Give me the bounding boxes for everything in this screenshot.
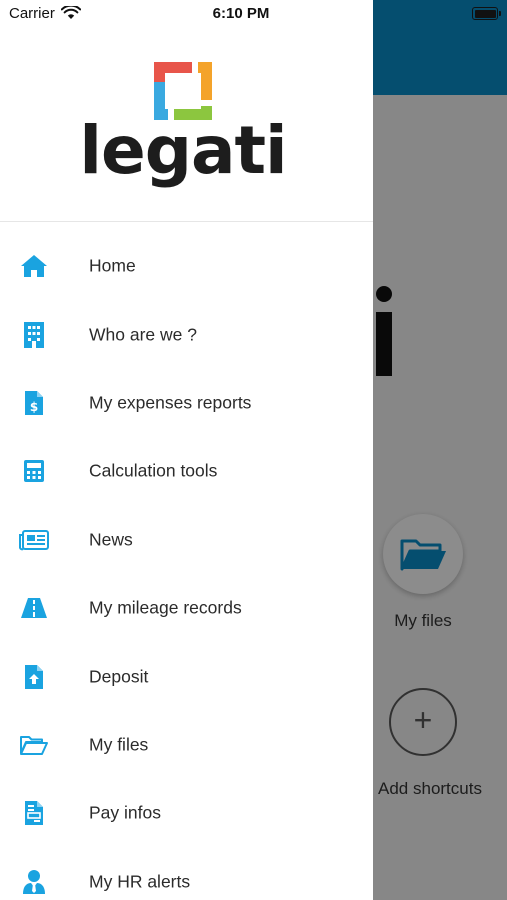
status-bar: Carrier 6:10 PM [0, 0, 507, 28]
divider [0, 221, 373, 222]
pay-document-icon [19, 799, 49, 827]
drawer-menu: Home Who are we ? $ My expenses reports … [0, 232, 373, 900]
menu-item-home[interactable]: Home [0, 232, 373, 300]
menu-item-label: My mileage records [89, 597, 242, 618]
menu-item-pay-infos[interactable]: Pay infos [0, 779, 373, 847]
menu-item-label: My files [89, 734, 149, 755]
building-icon [19, 321, 49, 349]
battery-icon [472, 7, 498, 20]
menu-item-label: Deposit [89, 666, 149, 687]
menu-item-mileage-records[interactable]: My mileage records [0, 574, 373, 642]
menu-item-label: Pay infos [89, 802, 161, 823]
menu-item-who-are-we[interactable]: Who are we ? [0, 300, 373, 368]
navigation-drawer: legati Home Who are we ? $ My expenses r… [0, 0, 373, 900]
status-time: 6:10 PM [212, 5, 270, 22]
road-icon [19, 594, 49, 622]
user-tie-icon [19, 868, 49, 896]
menu-item-label: Home [89, 255, 136, 276]
file-upload-icon [19, 663, 49, 691]
menu-item-hr-alerts[interactable]: My HR alerts [0, 848, 373, 900]
menu-item-news[interactable]: News [0, 506, 373, 574]
menu-item-label: My expenses reports [89, 392, 252, 413]
menu-item-expenses-reports[interactable]: $ My expenses reports [0, 369, 373, 437]
newspaper-icon [19, 526, 49, 554]
menu-item-calculation-tools[interactable]: Calculation tools [0, 437, 373, 505]
menu-item-deposit[interactable]: Deposit [0, 642, 373, 710]
menu-item-my-files[interactable]: My files [0, 711, 373, 779]
menu-item-label: Who are we ? [89, 324, 197, 345]
svg-text:$: $ [30, 400, 38, 414]
battery-tip [499, 11, 501, 16]
folder-open-icon [19, 731, 49, 759]
brand-name: legati [79, 112, 287, 189]
home-icon [19, 252, 49, 280]
menu-item-label: News [89, 529, 133, 550]
menu-item-label: Calculation tools [89, 460, 218, 481]
menu-item-label: My HR alerts [89, 871, 191, 892]
calculator-icon [19, 457, 49, 485]
expense-document-icon: $ [19, 389, 49, 417]
